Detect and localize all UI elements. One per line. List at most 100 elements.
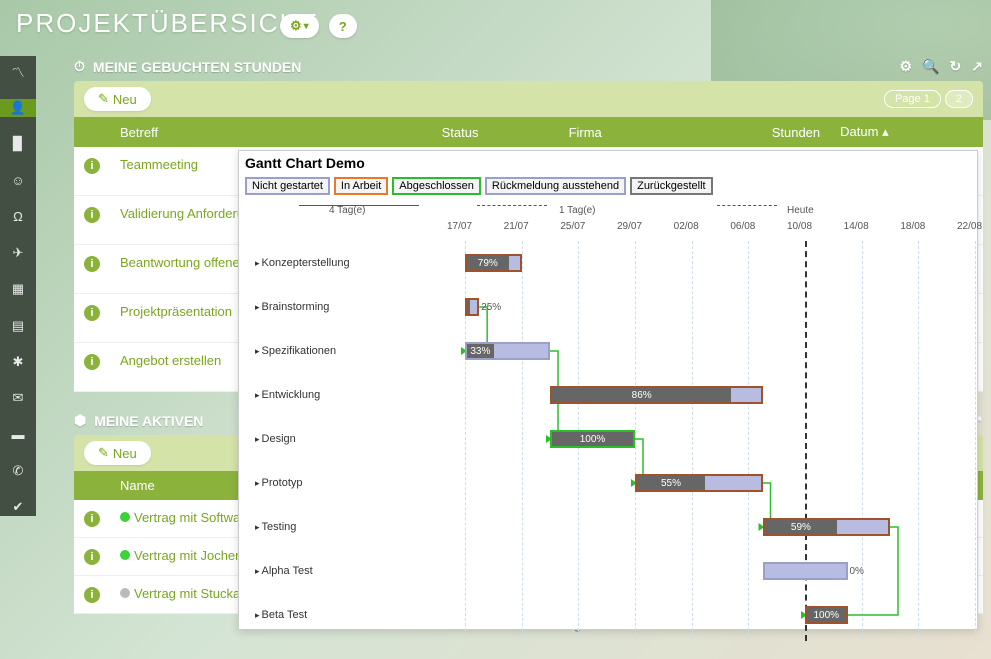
date-label: 22/08	[957, 221, 982, 232]
legend-rueckmeldung[interactable]: Rückmeldung ausstehend	[485, 177, 626, 195]
gantt-row: ▸Design 100%	[245, 417, 977, 461]
info-icon[interactable]: i	[84, 587, 100, 603]
chevron-down-icon: ▾	[304, 21, 309, 32]
col-betreff[interactable]: Betreff	[110, 117, 432, 147]
settings-button[interactable]: ⚙▾	[280, 14, 319, 38]
collapse-icon[interactable]: ▸	[255, 302, 260, 313]
pencil-icon: ✎	[98, 91, 109, 107]
legend-in-arbeit[interactable]: In Arbeit	[334, 177, 388, 195]
sidebar-mail[interactable]: ✉	[0, 389, 36, 407]
row-link[interactable]: Vertrag mit Softwa	[134, 510, 240, 525]
collapse-icon[interactable]: ▸	[255, 566, 260, 577]
sidebar-clipboard[interactable]: ▤	[0, 317, 36, 335]
sidebar-trend[interactable]: 〽	[0, 62, 36, 81]
col-firma[interactable]: Firma	[559, 117, 678, 147]
gantt-progress: 86%	[552, 388, 731, 402]
gantt-bar[interactable]: 100%	[550, 430, 635, 448]
sidebar-smile[interactable]: ☺	[0, 172, 36, 190]
gantt-panel: Gantt Chart Demo Nicht gestartet In Arbe…	[238, 150, 978, 630]
sidebar-horseshoe[interactable]: Ω	[0, 208, 36, 226]
sidebar-book[interactable]: ▉	[0, 135, 36, 153]
gantt-progress: 100%	[807, 608, 846, 622]
sidebar-send[interactable]: ✈	[0, 244, 36, 262]
date-label: 18/08	[900, 221, 925, 232]
gantt-bar[interactable]: 25%	[465, 298, 479, 316]
gantt-task-name: ▸Beta Test	[255, 609, 307, 621]
row-link[interactable]: Vertrag mit Stucka	[134, 586, 240, 601]
legend-zurueckgestellt[interactable]: Zurückgestellt	[630, 177, 712, 195]
gantt-task-name: ▸Brainstorming	[255, 301, 329, 313]
gantt-bar[interactable]: 59%	[763, 518, 891, 536]
collapse-icon[interactable]: ▸	[255, 346, 260, 357]
page-1[interactable]: Page 1	[884, 90, 941, 108]
gantt-progress: 33%	[467, 344, 494, 358]
info-icon[interactable]: i	[84, 207, 100, 223]
gantt-row: ▸Konzepterstellung 79%	[245, 241, 977, 285]
collapse-icon[interactable]: ▸	[255, 478, 260, 489]
date-label: 21/07	[504, 221, 529, 232]
gear-icon: ⚙	[290, 18, 302, 34]
info-icon[interactable]: i	[84, 305, 100, 321]
export-icon[interactable]: ↗	[971, 58, 983, 75]
date-label: 14/08	[844, 221, 869, 232]
collapse-icon[interactable]: ▸	[255, 522, 260, 533]
info-icon[interactable]: i	[84, 549, 100, 565]
gear-icon[interactable]: ⚙	[900, 58, 913, 75]
collapse-icon[interactable]: ▸	[255, 390, 260, 401]
gantt-bar[interactable]: 0%	[763, 562, 848, 580]
cube-icon: ⬢	[74, 412, 86, 429]
collapse-icon[interactable]: ▸	[255, 434, 260, 445]
sidebar-phone[interactable]: ✆	[0, 462, 36, 480]
gantt-row: ▸Alpha Test 0%	[245, 549, 977, 593]
gantt-progress: 100%	[552, 432, 633, 446]
gantt-bar[interactable]: 86%	[550, 386, 763, 404]
gantt-bar[interactable]: 79%	[465, 254, 522, 272]
gantt-bar[interactable]: 55%	[635, 474, 763, 492]
search-icon[interactable]: 🔍	[922, 58, 939, 75]
new-button[interactable]: ✎Neu	[84, 87, 151, 111]
sidebar-bug[interactable]: ✱	[0, 353, 36, 371]
gantt-bar[interactable]: 33%	[465, 342, 550, 360]
row-link[interactable]: Validierung Anforderu	[120, 206, 244, 221]
collapse-icon[interactable]: ▸	[255, 610, 260, 621]
collapse-icon[interactable]: ▸	[255, 258, 260, 269]
gantt-progress: 55%	[637, 476, 705, 490]
info-icon[interactable]: i	[84, 354, 100, 370]
active-title: MEINE AKTIVEN	[94, 413, 203, 429]
col-stunden[interactable]: Stunden	[677, 117, 830, 147]
scale-label-right: Heute	[787, 205, 814, 216]
sidebar-user[interactable]: 👤	[0, 99, 36, 117]
row-link[interactable]: Angebot erstellen	[120, 353, 221, 368]
gantt-timescale: 4 Tag(e) 1 Tag(e) Heute 17/0721/0725/072…	[239, 201, 977, 241]
gantt-task-name: ▸Design	[255, 433, 296, 445]
gantt-row: ▸Spezifikationen33%	[245, 329, 977, 373]
row-link[interactable]: Beantwortung offene	[120, 255, 240, 270]
row-link[interactable]: Projektpräsentation	[120, 304, 232, 319]
page-2[interactable]: 2	[945, 90, 973, 108]
sidebar-calc[interactable]: ▦	[0, 280, 36, 298]
page-title: PROJEKTÜBERSICHT	[16, 8, 318, 39]
date-label: 02/08	[674, 221, 699, 232]
sidebar-board[interactable]: ▬	[0, 425, 36, 443]
legend-nicht-gestartet[interactable]: Nicht gestartet	[245, 177, 330, 195]
new-button[interactable]: ✎Neu	[84, 441, 151, 465]
row-link[interactable]: Teammeeting	[120, 157, 198, 172]
col-status[interactable]: Status	[432, 117, 559, 147]
gantt-row: ▸Beta Test 100%	[245, 593, 977, 637]
row-link[interactable]: Vertrag mit Jochen	[134, 548, 242, 563]
date-label: 10/08	[787, 221, 812, 232]
col-datum[interactable]: Datum ▴	[830, 117, 983, 147]
refresh-icon[interactable]: ↻	[950, 58, 962, 75]
sidebar-check[interactable]: ✔	[0, 498, 36, 516]
gantt-task-name: ▸Prototyp	[255, 477, 303, 489]
gantt-task-name: ▸Konzepterstellung	[255, 257, 350, 269]
gantt-row: ▸Testing59%	[245, 505, 977, 549]
help-button[interactable]: ?	[329, 14, 357, 38]
info-icon[interactable]: i	[84, 158, 100, 174]
legend-abgeschlossen[interactable]: Abgeschlossen	[392, 177, 481, 195]
info-icon[interactable]: i	[84, 511, 100, 527]
info-icon[interactable]: i	[84, 256, 100, 272]
gantt-task-name: ▸Alpha Test	[255, 565, 313, 577]
sort-icon: ▴	[882, 124, 889, 139]
gantt-bar[interactable]: 100%	[805, 606, 848, 624]
